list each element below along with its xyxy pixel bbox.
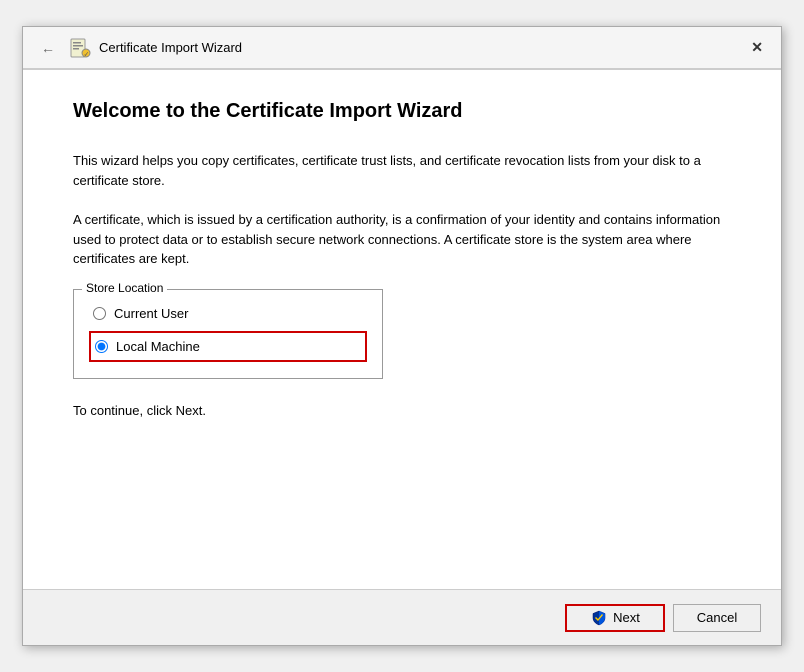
local-machine-option[interactable]: Local Machine: [89, 331, 367, 362]
local-machine-radio[interactable]: [95, 340, 108, 353]
store-location-group: Store Location Current User Local Machin…: [73, 289, 383, 379]
shield-icon: [590, 609, 608, 627]
next-label: Next: [613, 610, 640, 625]
footer: Next Cancel: [23, 589, 781, 645]
wizard-content: Welcome to the Certificate Import Wizard…: [23, 70, 781, 589]
title-bar: ← ✓ Certificate Import Wizard ✕: [23, 27, 781, 69]
close-button[interactable]: ✕: [745, 37, 769, 58]
current-user-option[interactable]: Current User: [89, 300, 367, 327]
cancel-button[interactable]: Cancel: [673, 604, 761, 632]
title-bar-left: ← ✓ Certificate Import Wizard: [35, 37, 242, 59]
current-user-label: Current User: [114, 306, 188, 321]
current-user-radio[interactable]: [93, 307, 106, 320]
svg-text:✓: ✓: [84, 51, 90, 58]
wizard-window: ← ✓ Certificate Import Wizard ✕ Welcome …: [22, 26, 782, 646]
back-button[interactable]: ←: [35, 38, 61, 58]
description-2: A certificate, which is issued by a cert…: [73, 210, 731, 269]
cancel-label: Cancel: [697, 610, 737, 625]
description-1: This wizard helps you copy certificates,…: [73, 151, 731, 190]
continue-text: To continue, click Next.: [73, 403, 731, 418]
wizard-heading: Welcome to the Certificate Import Wizard: [73, 100, 731, 123]
next-button[interactable]: Next: [565, 604, 665, 632]
cert-icon: ✓: [69, 37, 91, 59]
local-machine-label: Local Machine: [116, 339, 200, 354]
window-title: Certificate Import Wizard: [99, 40, 242, 55]
store-location-legend: Store Location: [82, 281, 167, 295]
